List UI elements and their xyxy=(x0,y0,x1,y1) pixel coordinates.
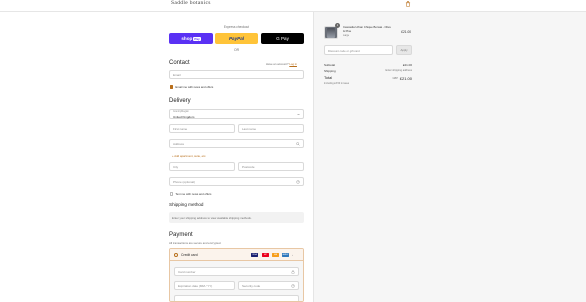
shopping-bag-icon[interactable] xyxy=(405,1,411,7)
credit-card-option[interactable]: Credit card VISA MC MA AMEX › xyxy=(170,249,303,261)
shipping-method-title: Shipping method xyxy=(169,202,204,207)
maestro-icon: MA xyxy=(272,252,279,257)
first-name-placeholder: First name xyxy=(173,126,188,131)
postcode-placeholder: Postcode xyxy=(242,164,255,169)
shop-pay-label: shop xyxy=(181,36,193,41)
apply-discount-button[interactable]: Apply xyxy=(396,45,412,55)
visa-label: VISA xyxy=(252,253,257,256)
mastercard-icon: MC xyxy=(262,252,269,257)
email-field[interactable]: Email xyxy=(169,70,304,79)
country-select[interactable]: Country/Region United Kingdom xyxy=(169,109,304,119)
more-cards-icon: › xyxy=(292,252,293,257)
payment-title: Payment xyxy=(169,232,193,238)
express-checkout-label: Express checkout xyxy=(223,25,250,29)
name-on-card-field[interactable] xyxy=(174,295,299,301)
country-value: United Kingdom xyxy=(173,114,195,119)
add-apartment-link[interactable]: + Add apartment, suite, etc. xyxy=(172,154,206,158)
first-name-field[interactable]: First name xyxy=(169,124,235,133)
security-code-field[interactable]: Security code xyxy=(238,281,299,290)
total-value: £21.00 xyxy=(399,76,412,81)
quantity-badge: 1 xyxy=(335,23,340,28)
country-label: Country/Region xyxy=(173,111,189,113)
phone-placeholder: Phone (optional) xyxy=(173,179,196,184)
subtotal-label: Subtotal xyxy=(324,63,336,67)
header: Saddle botanics xyxy=(0,0,586,12)
shop-pay-button[interactable]: shop Pay xyxy=(169,33,213,44)
subtotal-row: Subtotal £21.00 xyxy=(324,63,412,67)
last-name-placeholder: Last name xyxy=(242,126,257,131)
address-field[interactable]: Address xyxy=(169,139,304,148)
expiry-field[interactable]: Expiration date (MM / YY) xyxy=(174,281,235,290)
product-variant: Large xyxy=(343,34,350,37)
city-placeholder: City xyxy=(173,164,179,169)
total-label: Total xyxy=(324,76,333,80)
discount-code-field[interactable]: Discount code or gift card xyxy=(324,45,393,55)
address-placeholder: Address xyxy=(173,141,185,146)
city-field[interactable]: City xyxy=(169,162,235,171)
subtotal-value: £21.00 xyxy=(402,63,412,67)
search-icon xyxy=(296,142,300,146)
security-code-placeholder: Security code xyxy=(242,283,261,288)
save-info-checkbox-row[interactable]: Text me with news and offers xyxy=(170,192,211,196)
shipping-value: Enter shipping address xyxy=(385,69,412,72)
total-currency: GBP xyxy=(392,77,398,80)
tax-note: Including £3.50 in taxes xyxy=(324,82,350,85)
save-info-label: Text me with news and offers xyxy=(175,192,212,196)
order-summary-panel xyxy=(313,12,586,302)
save-info-checkbox[interactable] xyxy=(170,192,174,196)
product-price: £21.00 xyxy=(401,30,411,34)
chevron-down-icon xyxy=(297,113,300,116)
lock-icon xyxy=(291,270,295,274)
last-name-field[interactable]: Last name xyxy=(238,124,304,133)
visa-icon: VISA xyxy=(251,252,258,257)
mastercard-label: MC xyxy=(263,253,268,256)
paypal-label: PayPal xyxy=(228,36,245,41)
email-placeholder: Email xyxy=(173,72,181,77)
postcode-field[interactable]: Postcode xyxy=(238,162,304,171)
google-pay-label: G Pay xyxy=(276,36,289,41)
news-checkbox-row[interactable]: Email me with news and offers xyxy=(170,85,213,89)
contact-title: Contact xyxy=(169,60,190,66)
help-icon[interactable] xyxy=(296,180,300,184)
delivery-title: Delivery xyxy=(169,98,191,104)
have-account-text: Have an account? Log in xyxy=(266,62,297,66)
shipping-label: Shipping xyxy=(324,69,336,73)
card-number-placeholder: Card number xyxy=(178,269,196,274)
shipping-row: Shipping Enter shipping address xyxy=(324,69,412,73)
credit-card-form: Card number Expiration date (MM / YY) Se… xyxy=(170,261,303,301)
amex-label: AMEX xyxy=(282,253,289,256)
google-pay-button[interactable]: G Pay xyxy=(261,33,304,44)
expiry-placeholder: Expiration date (MM / YY) xyxy=(178,283,213,288)
credit-card-radio[interactable] xyxy=(174,252,178,257)
total-row: Total GBP £21.00 xyxy=(324,76,412,81)
shop-pay-badge: Pay xyxy=(193,36,201,41)
card-number-field[interactable]: Card number xyxy=(174,267,299,276)
credit-card-panel: Credit card VISA MC MA AMEX › Card numbe… xyxy=(169,248,304,302)
or-divider: OR xyxy=(233,48,240,52)
login-link[interactable]: Log in xyxy=(289,62,297,66)
paypal-button[interactable]: PayPal xyxy=(215,33,258,44)
have-account-label: Have an account? xyxy=(266,62,289,66)
amex-icon: AMEX xyxy=(282,252,289,257)
payment-subtitle: All transactions are secure and encrypte… xyxy=(169,241,222,245)
news-checkbox[interactable] xyxy=(170,85,174,89)
brand-logo[interactable]: Saddle botanics xyxy=(171,0,211,6)
credit-card-label: Credit card xyxy=(181,252,198,257)
product-thumbnail xyxy=(324,26,338,39)
phone-field[interactable]: Phone (optional) xyxy=(169,177,304,186)
discount-placeholder: Discount code or gift card xyxy=(328,49,360,53)
news-label: Email me with news and offers xyxy=(175,85,214,89)
help-icon[interactable] xyxy=(291,284,295,288)
shipping-method-message: Enter your shipping address to view avai… xyxy=(169,212,304,223)
maestro-label: MA xyxy=(274,253,277,256)
